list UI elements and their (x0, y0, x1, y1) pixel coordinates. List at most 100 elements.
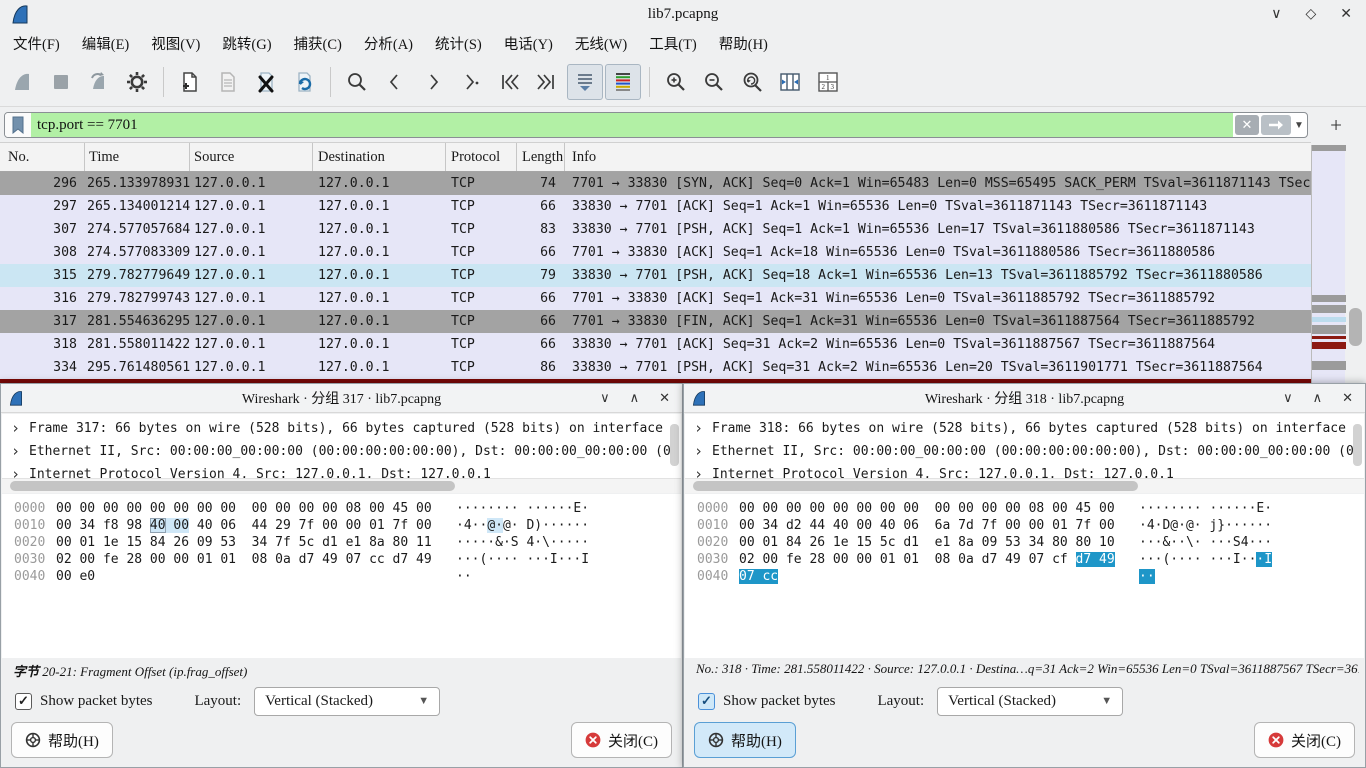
filter-apply-icon[interactable] (1261, 115, 1291, 135)
packet-row[interactable]: 307274.577057684127.0.0.1127.0.0.1TCP833… (0, 218, 1311, 241)
hex-ascii[interactable]: ·4··@·@· D)······ (456, 517, 589, 534)
packet-row[interactable]: 318281.558011422127.0.0.1127.0.0.1TCP663… (0, 333, 1311, 356)
show-packet-bytes-checkbox[interactable]: ✓ (15, 693, 32, 710)
hex-line[interactable]: 003002 00 fe 28 00 00 01 01 08 0a d7 49 … (685, 551, 1364, 568)
filter-clear-icon[interactable]: ✕ (1235, 115, 1259, 135)
hex-ascii[interactable]: ···&··\· ···S4··· (1139, 534, 1272, 551)
tree-item[interactable]: ›Internet Protocol Version 4, Src: 127.0… (685, 463, 1364, 478)
hex-line[interactable]: 003002 00 fe 28 00 00 01 01 08 0a d7 49 … (2, 551, 681, 568)
menu-item[interactable]: 捕获(C) (283, 29, 353, 58)
hex-line[interactable]: 002000 01 1e 15 84 26 09 53 34 7f 5c d1 … (2, 534, 681, 551)
packet-minimap[interactable] (1311, 145, 1345, 383)
hex-line[interactable]: 001000 34 d2 44 40 00 40 06 6a 7d 7f 00 … (685, 517, 1364, 534)
expand-icon[interactable]: › (11, 440, 20, 463)
tree-item[interactable]: ›Frame 318: 66 bytes on wire (528 bits),… (685, 417, 1364, 440)
bookmark-icon[interactable] (5, 113, 31, 137)
filter-add-button[interactable]: + (1330, 112, 1342, 138)
hex-bytes[interactable]: 02 00 fe 28 00 00 01 01 08 0a d7 49 07 c… (56, 551, 444, 568)
packet-row[interactable]: 317281.554636295127.0.0.1127.0.0.1TCP667… (0, 310, 1311, 333)
filter-dropdown-icon[interactable]: ▼ (1291, 120, 1307, 131)
menu-item[interactable]: 工具(T) (638, 29, 708, 58)
packet-row[interactable]: 296265.133978931127.0.0.1127.0.0.1TCP747… (0, 172, 1311, 195)
layout-select[interactable]: Vertical (Stacked)▼ (937, 687, 1123, 716)
hex-bytes[interactable]: 07 cc (739, 568, 1127, 585)
packet-row[interactable]: 316279.782799743127.0.0.1127.0.0.1TCP667… (0, 287, 1311, 310)
open-file-icon[interactable] (172, 64, 208, 100)
maximize-icon[interactable]: ∧ (1313, 390, 1323, 406)
close-button[interactable]: 关闭(C) (571, 722, 672, 758)
hex-bytes[interactable]: 00 34 f8 98 40 00 40 06 44 29 7f 00 00 0… (56, 517, 444, 534)
tree-vscrollbar[interactable] (1353, 424, 1362, 466)
column-layout-icon[interactable]: 123 (810, 64, 846, 100)
column-header-protocol[interactable]: Protocol (446, 143, 517, 171)
close-button[interactable]: 关闭(C) (1254, 722, 1355, 758)
column-header-destination[interactable]: Destination (313, 143, 446, 171)
tree-hscrollbar[interactable] (2, 478, 681, 493)
stop-capture-icon[interactable] (43, 64, 79, 100)
maximize-icon[interactable]: ◇ (1305, 6, 1316, 23)
close-file-icon[interactable] (248, 64, 284, 100)
hex-line[interactable]: 002000 01 84 26 1e 15 5c d1 e1 8a 09 53 … (685, 534, 1364, 551)
menu-item[interactable]: 分析(A) (353, 29, 424, 58)
close-icon[interactable]: ✕ (1340, 6, 1352, 23)
go-first-icon[interactable] (491, 64, 527, 100)
layout-select[interactable]: Vertical (Stacked)▼ (254, 687, 440, 716)
menu-item[interactable]: 文件(F) (2, 29, 71, 58)
hex-line[interactable]: 004000 e0·· (2, 568, 681, 585)
restart-capture-icon[interactable] (81, 64, 117, 100)
zoom-out-icon[interactable] (696, 64, 732, 100)
zoom-reset-icon[interactable] (734, 64, 770, 100)
scrollbar-thumb[interactable] (1349, 308, 1362, 346)
find-packet-icon[interactable] (339, 64, 375, 100)
packet-row[interactable]: 308274.577083309127.0.0.1127.0.0.1TCP667… (0, 241, 1311, 264)
hex-bytes[interactable]: 00 01 1e 15 84 26 09 53 34 7f 5c d1 e1 8… (56, 534, 444, 551)
tree-item[interactable]: ›Internet Protocol Version 4, Src: 127.0… (2, 463, 681, 478)
menu-item[interactable]: 电话(Y) (493, 29, 564, 58)
tree-item[interactable]: ›Frame 317: 66 bytes on wire (528 bits),… (2, 417, 681, 440)
go-last-icon[interactable] (529, 64, 565, 100)
auto-scroll-icon[interactable] (567, 64, 603, 100)
hex-ascii[interactable]: ·· (456, 568, 472, 585)
hex-line[interactable]: 000000 00 00 00 00 00 00 00 00 00 00 00 … (685, 500, 1364, 517)
show-packet-bytes-checkbox[interactable]: ✓ (698, 693, 715, 710)
packet-row[interactable]: 334295.761480561127.0.0.1127.0.0.1TCP863… (0, 356, 1311, 379)
menu-item[interactable]: 视图(V) (140, 29, 211, 58)
hex-ascii[interactable]: ···(···· ···I···I (456, 551, 589, 568)
minimize-icon[interactable]: ∨ (600, 390, 610, 406)
hex-bytes[interactable]: 00 00 00 00 00 00 00 00 00 00 00 00 08 0… (56, 500, 444, 517)
capture-options-icon[interactable] (119, 64, 155, 100)
save-file-icon[interactable] (210, 64, 246, 100)
hex-bytes[interactable]: 02 00 fe 28 00 00 01 01 08 0a d7 49 07 c… (739, 551, 1127, 568)
hex-bytes[interactable]: 00 34 d2 44 40 00 40 06 6a 7d 7f 00 00 0… (739, 517, 1127, 534)
hex-line[interactable]: 001000 34 f8 98 40 00 40 06 44 29 7f 00 … (2, 517, 681, 534)
start-capture-icon[interactable] (5, 64, 41, 100)
packet-row[interactable]: 297265.134001214127.0.0.1127.0.0.1TCP663… (0, 195, 1311, 218)
expand-icon[interactable]: › (694, 463, 703, 478)
hex-ascii[interactable]: ·· (1139, 568, 1155, 585)
minimize-icon[interactable]: ∨ (1271, 6, 1281, 23)
hex-bytes[interactable]: 00 e0 (56, 568, 444, 585)
menu-item[interactable]: 编辑(E) (71, 29, 141, 58)
go-back-icon[interactable] (377, 64, 413, 100)
maximize-icon[interactable]: ∧ (630, 390, 640, 406)
expand-icon[interactable]: › (11, 463, 20, 478)
expand-icon[interactable]: › (11, 417, 20, 440)
menu-item[interactable]: 跳转(G) (211, 29, 282, 58)
scrollbar-thumb[interactable] (693, 481, 1138, 491)
help-button[interactable]: 帮助(H) (694, 722, 796, 758)
tree-vscrollbar[interactable] (670, 424, 679, 466)
go-forward-icon[interactable] (415, 64, 451, 100)
hex-bytes[interactable]: 00 00 00 00 00 00 00 00 00 00 00 00 08 0… (739, 500, 1127, 517)
packet-list-scrollbar[interactable] (1346, 145, 1366, 383)
column-header-time[interactable]: Time (85, 143, 190, 171)
colorize-icon[interactable] (605, 64, 641, 100)
packet-row[interactable]: 315279.782779649127.0.0.1127.0.0.1TCP793… (0, 264, 1311, 287)
reload-file-icon[interactable] (286, 64, 322, 100)
column-header-source[interactable]: Source (190, 143, 313, 171)
hex-ascii[interactable]: ········ ······E· (1139, 500, 1272, 517)
column-header-length[interactable]: Length (517, 143, 565, 171)
zoom-in-icon[interactable] (658, 64, 694, 100)
close-icon[interactable]: ✕ (659, 390, 670, 406)
help-button[interactable]: 帮助(H) (11, 722, 113, 758)
expand-icon[interactable]: › (694, 440, 703, 463)
